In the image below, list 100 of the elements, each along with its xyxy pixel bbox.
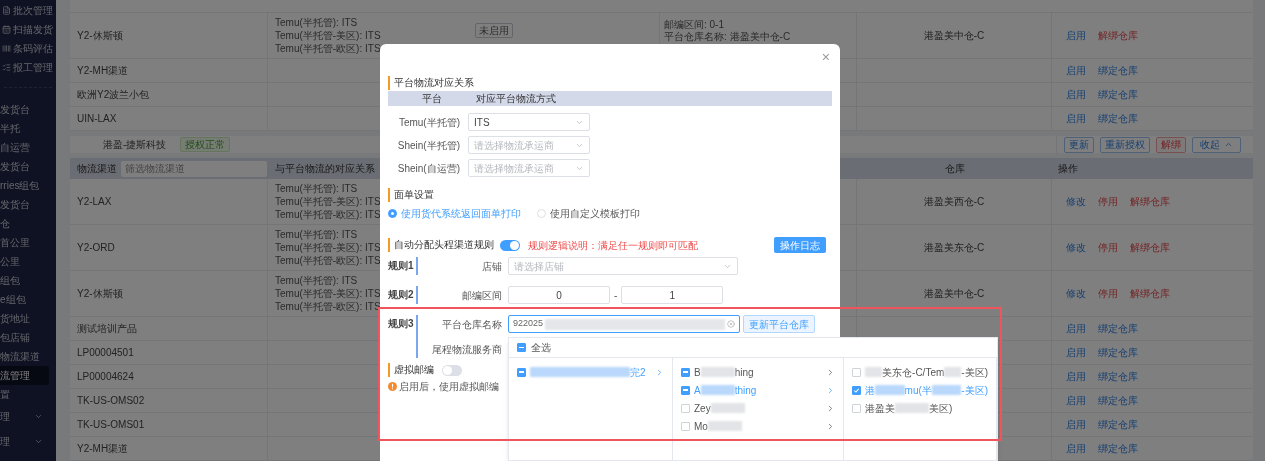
sidebar-item[interactable]: 报工管理	[2, 58, 56, 77]
cascader-option[interactable]: Mo	[673, 417, 843, 435]
cascader-option[interactable]: Zey	[673, 399, 843, 417]
sidebar-item[interactable]: 仓	[0, 214, 49, 233]
platform-label: Shein(半托管)	[396, 138, 461, 153]
action-link[interactable]: 启用	[1066, 393, 1086, 408]
section-title: 自动分配头程渠道规则	[388, 238, 494, 252]
input-field[interactable]: 1	[621, 286, 724, 304]
sidebar-item[interactable]: 公里	[0, 252, 49, 271]
sidebar-item[interactable]: 流管理	[0, 366, 49, 385]
checkbox[interactable]	[681, 385, 690, 395]
cascader-option[interactable]: 港盈美 美区)	[844, 399, 996, 417]
sidebar-item[interactable]: e组包	[0, 290, 49, 309]
column-header: 对应平台物流方式	[476, 92, 557, 106]
sidebar-item[interactable]: 自运营	[0, 138, 49, 157]
store-button[interactable]: 收起	[1192, 136, 1241, 153]
cascader-option[interactable]: 完2	[509, 363, 672, 381]
store-button[interactable]: 解绑	[1156, 136, 1186, 153]
sidebar-item[interactable]: rries组包	[0, 176, 49, 195]
action-link[interactable]: 修改	[1066, 286, 1086, 301]
select-field[interactable]: 请选择物流承运商	[468, 159, 590, 177]
select-field[interactable]: ITS	[468, 113, 590, 131]
action-link[interactable]: 绑定仓库	[1098, 417, 1138, 432]
action-link[interactable]: 启用	[1066, 28, 1086, 43]
checkbox[interactable]	[852, 385, 861, 395]
action-link[interactable]: 绑定仓库	[1098, 441, 1138, 456]
store-button[interactable]: 更新	[1064, 136, 1094, 153]
sidebar-item[interactable]: 理	[0, 429, 49, 454]
channel-name: 测试培训产品	[77, 322, 137, 336]
checkbox[interactable]	[852, 403, 861, 413]
action-link[interactable]: 停用	[1098, 194, 1118, 209]
field-label: 尾程物流服务商	[431, 342, 503, 357]
cascader-option[interactable]: A thing	[673, 381, 843, 399]
action-link[interactable]: 修改	[1066, 240, 1086, 255]
action-link[interactable]: 绑定仓库	[1098, 87, 1138, 102]
field-label: 平台仓库名称	[441, 317, 503, 332]
action-link[interactable]: 启用	[1066, 345, 1086, 360]
action-link[interactable]: 启用	[1066, 441, 1086, 456]
select-field[interactable]: 请选择店铺	[508, 257, 738, 275]
toggle-switch[interactable]	[500, 239, 520, 251]
action-link[interactable]: 停用	[1098, 240, 1118, 255]
checkbox[interactable]	[681, 421, 690, 431]
sidebar-item[interactable]: 理	[0, 404, 49, 429]
action-link[interactable]: 启用	[1066, 321, 1086, 336]
action-link[interactable]: 解绑仓库	[1098, 28, 1138, 43]
platform-label: Temu(半托管)	[397, 115, 461, 130]
barcode-icon	[2, 44, 11, 53]
chevron-down-icon	[34, 437, 43, 446]
sidebar-item[interactable]: 发货台	[0, 195, 49, 214]
toggle-switch[interactable]	[442, 364, 462, 376]
sidebar-item[interactable]: 物流渠道	[0, 347, 49, 366]
channel-name: Y2-ORD	[77, 241, 115, 255]
action-link[interactable]: 绑定仓库	[1098, 321, 1138, 336]
action-link[interactable]: 启用	[1066, 417, 1086, 432]
action-link[interactable]: 启用	[1066, 369, 1086, 384]
close-button[interactable]: ×	[821, 50, 830, 64]
sidebar-item[interactable]: 条码评估	[2, 39, 56, 58]
section-title: 面单设置	[388, 188, 832, 202]
channel-name: Y2-MH渠道	[77, 64, 129, 78]
action-link[interactable]: 绑定仓库	[1098, 63, 1138, 78]
action-link[interactable]: 启用	[1066, 87, 1086, 102]
select-field[interactable]: 请选择物流承运商	[468, 136, 590, 154]
checkbox[interactable]	[681, 367, 690, 377]
sidebar-item[interactable]: 批次管理	[2, 1, 56, 20]
sidebar-item[interactable]: 半托	[0, 119, 49, 138]
action-link[interactable]: 绑定仓库	[1098, 393, 1138, 408]
checkbox[interactable]	[517, 367, 526, 377]
checkbox[interactable]	[681, 403, 690, 413]
action-link[interactable]: 启用	[1066, 111, 1086, 126]
radio-option[interactable]: 使用自定义模板打印	[537, 205, 640, 221]
column-header: 操作	[1058, 162, 1078, 176]
checkbox[interactable]	[852, 367, 861, 377]
cascader-option[interactable]: 港 mu(半 -美区)	[844, 381, 996, 399]
input-field[interactable]: 0	[508, 286, 610, 304]
clear-icon[interactable]	[727, 320, 735, 328]
refresh-warehouse-button[interactable]: 更新平台仓库	[743, 315, 815, 333]
cascader-option[interactable]: 美东仓-C/Tem -美区)	[844, 363, 996, 381]
action-link[interactable]: 解绑仓库	[1130, 194, 1170, 209]
sidebar-item[interactable]: 组包	[0, 271, 49, 290]
action-link[interactable]: 解绑仓库	[1130, 286, 1170, 301]
cascader-option[interactable]: B hing	[673, 363, 843, 381]
store-button[interactable]: 重新授权	[1100, 136, 1150, 153]
sidebar-item[interactable]: 包店铺	[0, 328, 49, 347]
sidebar-item[interactable]: 扫描发货	[2, 20, 56, 39]
warehouse-search-field[interactable]: 922025	[508, 315, 740, 333]
action-link[interactable]: 绑定仓库	[1098, 369, 1138, 384]
sidebar-item[interactable]: 置	[0, 385, 49, 404]
radio-option[interactable]: 使用货代系统返回面单打印	[388, 205, 521, 221]
checkbox[interactable]	[517, 343, 526, 352]
action-link[interactable]: 停用	[1098, 286, 1118, 301]
action-link[interactable]: 解绑仓库	[1130, 240, 1170, 255]
sidebar-item[interactable]: 发货台	[0, 157, 49, 176]
sidebar-item[interactable]: 首公里	[0, 233, 49, 252]
field-value: 922025	[513, 317, 544, 331]
action-link[interactable]: 绑定仓库	[1098, 345, 1138, 360]
sidebar-item[interactable]: 发货台	[0, 100, 49, 119]
action-link[interactable]: 绑定仓库	[1098, 111, 1138, 126]
action-link[interactable]: 启用	[1066, 63, 1086, 78]
action-link[interactable]: 修改	[1066, 194, 1086, 209]
operation-log-button[interactable]: 操作日志	[774, 237, 826, 253]
